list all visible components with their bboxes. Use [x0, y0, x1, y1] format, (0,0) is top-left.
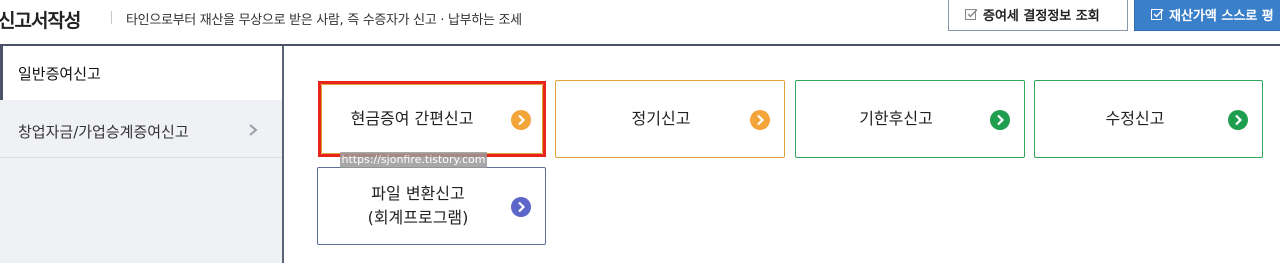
regular-report-card[interactable]: 정기신고: [555, 80, 785, 158]
sidebar-border: [282, 46, 284, 263]
card-label-line1: 파일 변환신고: [371, 184, 465, 203]
gift-tax-decision-lookup-button[interactable]: 증여세 결정정보 조회: [948, 0, 1128, 31]
self-assess-property-label: 재산가액 스스로 평: [1169, 9, 1274, 24]
chevron-right-icon: [1228, 110, 1248, 130]
self-assess-property-button[interactable]: 재산가액 스스로 평: [1134, 0, 1280, 31]
chevron-right-icon: [990, 110, 1010, 130]
chevron-right-icon: [511, 197, 531, 217]
after-deadline-report-card[interactable]: 기한후신고: [795, 80, 1025, 158]
page-header: 신고서작성 타인으로부터 재산을 무상으로 받은 사람, 즉 수증자가 신고 ·…: [0, 0, 1280, 44]
sidebar-item-general-gift-report[interactable]: 일반증여신고: [0, 46, 282, 100]
title-divider: [111, 11, 112, 24]
card-label: 기한후신고: [859, 109, 933, 128]
card-label: 정기신고: [631, 109, 691, 128]
file-conversion-report-card[interactable]: 파일 변환신고 (회계프로그램): [317, 167, 546, 245]
card-label: 수정신고: [1105, 109, 1165, 128]
active-tab-indicator: [0, 46, 3, 100]
page-title: 신고서작성: [0, 10, 81, 32]
watermark: https://sjonfire.tistory.com: [340, 152, 487, 168]
checkbox-icon: [1151, 9, 1164, 20]
amended-report-card[interactable]: 수정신고: [1034, 80, 1263, 158]
chevron-right-icon: [249, 124, 258, 136]
highlight-box: [318, 81, 546, 157]
sidebar-item-label: 일반증여신고: [18, 65, 101, 83]
chevron-right-icon: [750, 110, 770, 130]
card-label-line2: (회계프로그램): [367, 208, 469, 227]
sidebar-item-startup-fund-gift-report[interactable]: 창업자금/가업승계증여신고: [0, 102, 282, 158]
page-subtitle: 타인으로부터 재산을 무상으로 받은 사람, 즉 수증자가 신고 · 납부하는 …: [126, 13, 522, 28]
sidebar-item-label: 창업자금/가업승계증여신고: [18, 123, 189, 141]
checkbox-icon: [965, 9, 978, 20]
gift-tax-decision-lookup-label: 증여세 결정정보 조회: [983, 9, 1100, 24]
